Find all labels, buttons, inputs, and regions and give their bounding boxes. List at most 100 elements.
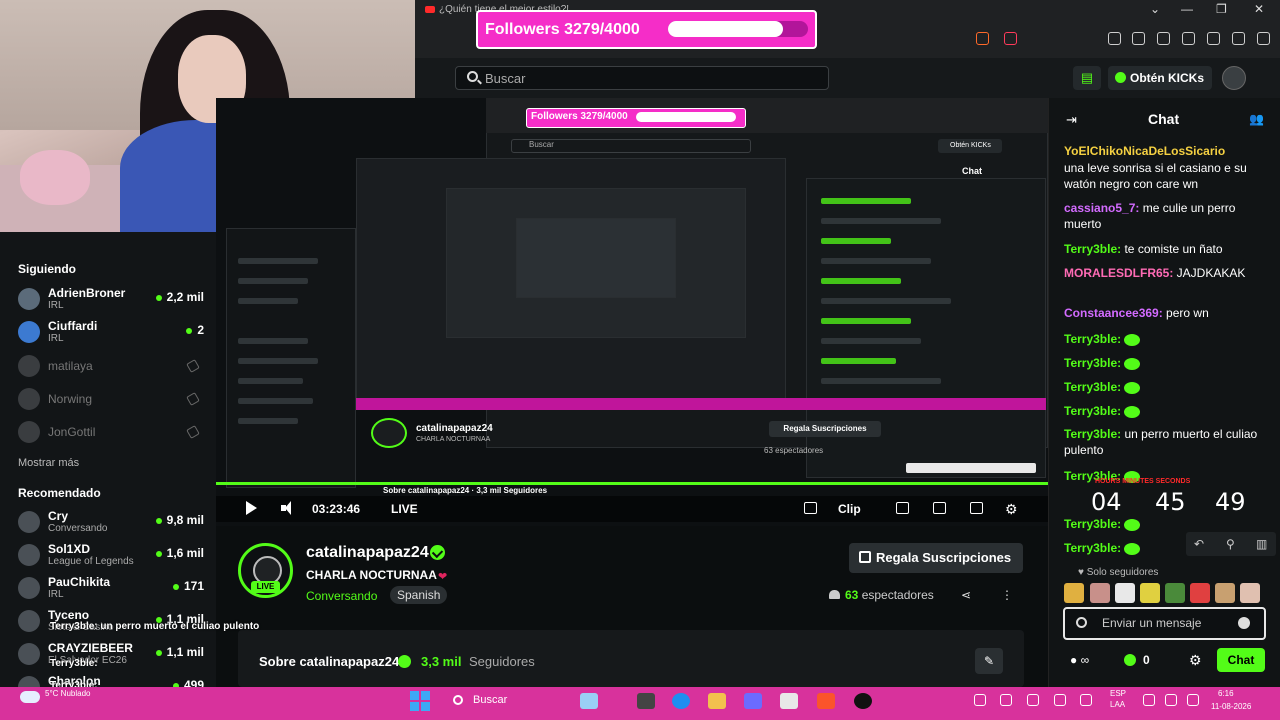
tray-app-icon[interactable] xyxy=(1080,694,1092,706)
clock-time[interactable]: 6:16 xyxy=(1218,689,1234,698)
chat-message[interactable]: Terry3ble: un perro muerto el culiao pul… xyxy=(1064,426,1269,458)
mute-icon[interactable] xyxy=(281,501,295,515)
sidebar-item-offline[interactable]: matilaya xyxy=(18,352,208,380)
sidebar-item-pauchikita[interactable]: PauChikita IRL 171 xyxy=(18,574,208,602)
category-link[interactable]: Conversando xyxy=(306,589,377,603)
calendar-icon[interactable]: ▤ xyxy=(1073,66,1101,90)
chat-message[interactable]: Terry3ble: xyxy=(1064,331,1269,347)
chat-username[interactable]: Terry3ble: xyxy=(1064,541,1121,555)
chat-message[interactable]: Terry3ble: xyxy=(1064,355,1269,371)
sidebar-item-adrienbroner[interactable]: AdrienBroner IRL 2,2 mil xyxy=(18,285,208,313)
play-icon[interactable] xyxy=(246,501,257,515)
file-explorer-icon[interactable] xyxy=(708,693,726,709)
channel-points-icon[interactable]: ● ∞ xyxy=(1070,653,1089,667)
sidebar-item-cry[interactable]: Cry Conversando 9,8 mil xyxy=(18,508,208,536)
gift-subs-button[interactable]: Regala Suscripciones xyxy=(849,543,1023,573)
task-view-icon[interactable] xyxy=(637,693,655,709)
menu-icon[interactable] xyxy=(1257,32,1270,45)
emote[interactable] xyxy=(1190,583,1210,603)
sidebar-item-charolon[interactable]: Charolon 499 xyxy=(18,673,208,687)
users-icon[interactable]: 👥 xyxy=(1249,112,1264,126)
more-icon[interactable]: ⋮ xyxy=(1001,588,1013,602)
chat-username[interactable]: YoElChikoNicaDeLosSicario xyxy=(1064,144,1225,158)
chat-settings-icon[interactable]: ⚙ xyxy=(1189,652,1202,669)
chat-username[interactable]: Terry3ble: xyxy=(1064,332,1121,346)
chat-username[interactable]: Terry3ble: xyxy=(1064,517,1121,531)
chat-message[interactable]: cassiano5_7: me culie un perro muerto xyxy=(1064,200,1269,232)
language-tag[interactable]: Spanish xyxy=(390,586,448,604)
undo-icon[interactable]: ↶ xyxy=(1194,537,1204,551)
emote-picker-icon[interactable] xyxy=(1238,617,1250,629)
music-icon[interactable] xyxy=(1132,32,1145,45)
chat-message[interactable]: Terry3ble: te comiste un ñato xyxy=(1064,241,1269,257)
microphone-icon[interactable] xyxy=(1054,694,1066,706)
taskbar-search[interactable]: Buscar xyxy=(473,694,507,706)
edit-button[interactable]: ✎ xyxy=(975,648,1003,674)
get-kicks-button[interactable]: Obtén KICKs xyxy=(1108,66,1212,90)
emote[interactable] xyxy=(1165,583,1185,603)
minimize-icon[interactable]: — xyxy=(1181,2,1193,16)
share-icon[interactable]: ⋖ xyxy=(961,588,971,602)
emote[interactable] xyxy=(1140,583,1160,603)
chat-message[interactable]: Terry3ble: xyxy=(1064,403,1269,419)
trash-icon[interactable]: ▥ xyxy=(1256,537,1267,551)
emote[interactable] xyxy=(1090,583,1110,603)
discord-icon[interactable] xyxy=(1000,694,1012,706)
brave-shield-icon[interactable] xyxy=(976,32,989,45)
emote[interactable] xyxy=(1064,583,1084,603)
sidebar-item-offline[interactable]: JonGottil xyxy=(18,418,208,446)
tab-list-icon[interactable]: ⌄ xyxy=(1150,2,1160,16)
tray-chevron-icon[interactable] xyxy=(974,694,986,706)
pin-icon[interactable]: ⚲ xyxy=(1226,537,1235,551)
brave-rewards-icon[interactable] xyxy=(1004,32,1017,45)
chat-message[interactable]: Constaancee369: pero wn xyxy=(1064,305,1269,321)
sidebar-icon[interactable] xyxy=(1157,32,1170,45)
input-language[interactable]: ESP xyxy=(1110,689,1126,698)
chat-username[interactable]: Terry3ble: xyxy=(1064,356,1121,370)
chat-username[interactable]: cassiano5_7: xyxy=(1064,201,1139,215)
weather-icon[interactable] xyxy=(20,691,40,703)
extensions-icon[interactable] xyxy=(1108,32,1121,45)
captions-icon[interactable] xyxy=(896,502,909,514)
brave-icon[interactable] xyxy=(817,693,835,709)
sidebar-item-sol1xd[interactable]: Sol1XD League of Legends 1,6 mil xyxy=(18,541,208,569)
emote[interactable] xyxy=(1115,583,1135,603)
chat-username[interactable]: Constaancee369: xyxy=(1064,306,1163,320)
chat-message[interactable]: MORALESDLFR65: JAJDKAKAK xyxy=(1064,265,1269,281)
chat-username[interactable]: Terry3ble: xyxy=(1064,380,1121,394)
fullscreen-icon[interactable] xyxy=(970,502,983,514)
wifi-icon[interactable] xyxy=(1143,694,1155,706)
miniplayer-icon[interactable] xyxy=(933,502,946,514)
chat-username[interactable]: MORALESDLFR65: xyxy=(1064,266,1173,280)
vpn-icon[interactable] xyxy=(1232,32,1245,45)
bookmark-icon[interactable] xyxy=(1207,32,1220,45)
chat-message[interactable]: YoElChikoNicaDeLosSicario xyxy=(1064,143,1269,159)
sidebar-item-crayziebeer[interactable]: CRAYZIEBEER El Salvador EC26 1,1 mil xyxy=(18,640,208,668)
start-icon[interactable] xyxy=(410,691,430,711)
channel-name[interactable]: catalinapapaz24 xyxy=(306,544,429,562)
chat-message[interactable]: Terry3ble: xyxy=(1064,516,1269,532)
emote[interactable] xyxy=(1215,583,1235,603)
store-icon[interactable] xyxy=(780,693,798,709)
chat-send-button[interactable]: Chat xyxy=(1217,648,1265,672)
user-avatar[interactable] xyxy=(1222,66,1246,90)
sidebar-item-offline[interactable]: Norwing xyxy=(18,385,208,413)
battery-icon[interactable] xyxy=(1187,694,1199,706)
chat-message[interactable]: una leve sonrisa si el casiano e su wató… xyxy=(1064,160,1269,192)
chat-message[interactable]: Terry3ble: xyxy=(1064,379,1269,395)
clock-date[interactable]: 11-08-2026 xyxy=(1211,702,1251,711)
copilot-icon[interactable] xyxy=(744,693,762,709)
show-more-link[interactable]: Mostrar más xyxy=(18,457,79,469)
collapse-chat-icon[interactable]: ⇥ xyxy=(1066,112,1077,128)
tray-app-icon[interactable] xyxy=(1027,694,1039,706)
maximize-icon[interactable]: ❐ xyxy=(1216,2,1227,16)
close-icon[interactable]: ✕ xyxy=(1254,2,1264,16)
chat-username[interactable]: Terry3ble: xyxy=(1064,427,1121,441)
theater-mode-icon[interactable] xyxy=(804,502,817,514)
edge-icon[interactable] xyxy=(672,693,690,709)
chat-username[interactable]: Terry3ble: xyxy=(1064,242,1121,256)
widget-icon[interactable] xyxy=(580,693,598,709)
obs-icon[interactable] xyxy=(854,693,872,709)
volume-icon[interactable] xyxy=(1165,694,1177,706)
settings-icon[interactable]: ⚙ xyxy=(1005,501,1018,518)
